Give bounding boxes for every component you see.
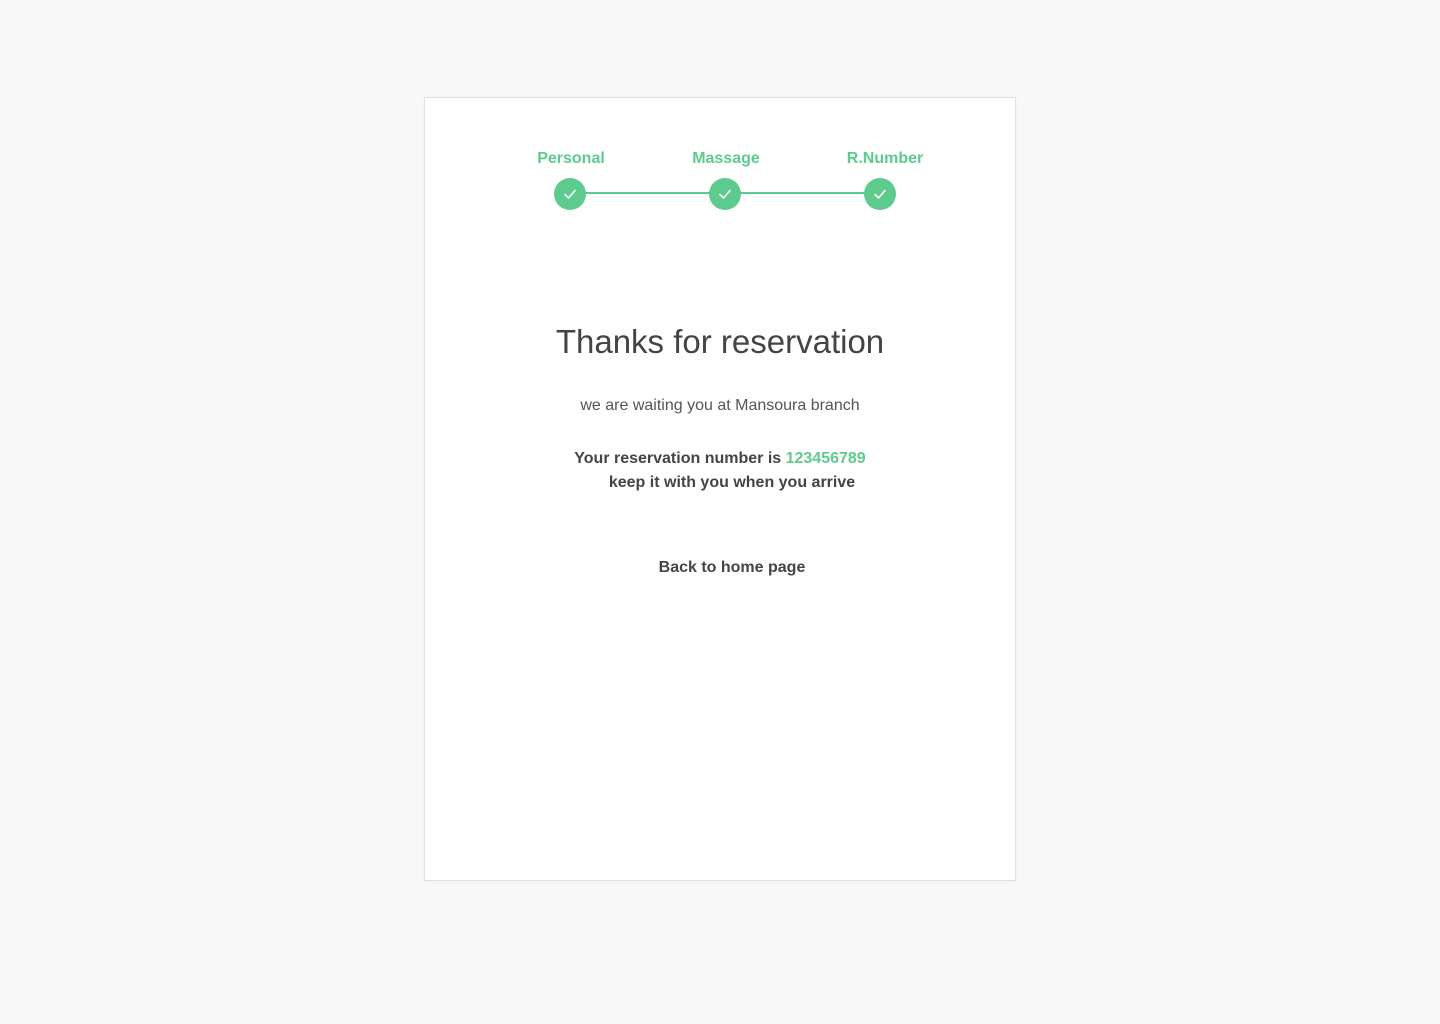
reservation-number: 123456789 (785, 450, 866, 467)
back-home-row: Back to home page (425, 559, 1015, 577)
check-icon (874, 189, 886, 199)
step-rnumber-complete (864, 178, 896, 210)
check-icon (564, 189, 576, 199)
step-label-rnumber: R.Number (846, 150, 924, 167)
step-massage-complete (709, 178, 741, 210)
page-title: Thanks for reservation (555, 323, 885, 360)
reservation-number-label: Your reservation number is (574, 450, 782, 467)
step-personal-complete (554, 178, 586, 210)
branch-message: we are waiting you at Mansoura branch (580, 397, 860, 414)
step-connector-2 (740, 192, 880, 194)
step-label-personal: Personal (537, 150, 605, 167)
confirmation-card: Personal Massage R.Number Thanks for res… (424, 97, 1016, 881)
step-label-massage: Massage (692, 150, 760, 167)
keep-note: keep it with you when you arrive (608, 474, 856, 491)
back-to-home-link[interactable]: Back to home page (659, 559, 806, 576)
check-icon (719, 189, 731, 199)
reservation-number-line: Your reservation number is 123456789 (425, 450, 1015, 468)
step-connector-1 (585, 192, 725, 194)
progress-stepper: Personal Massage R.Number (425, 98, 1015, 238)
